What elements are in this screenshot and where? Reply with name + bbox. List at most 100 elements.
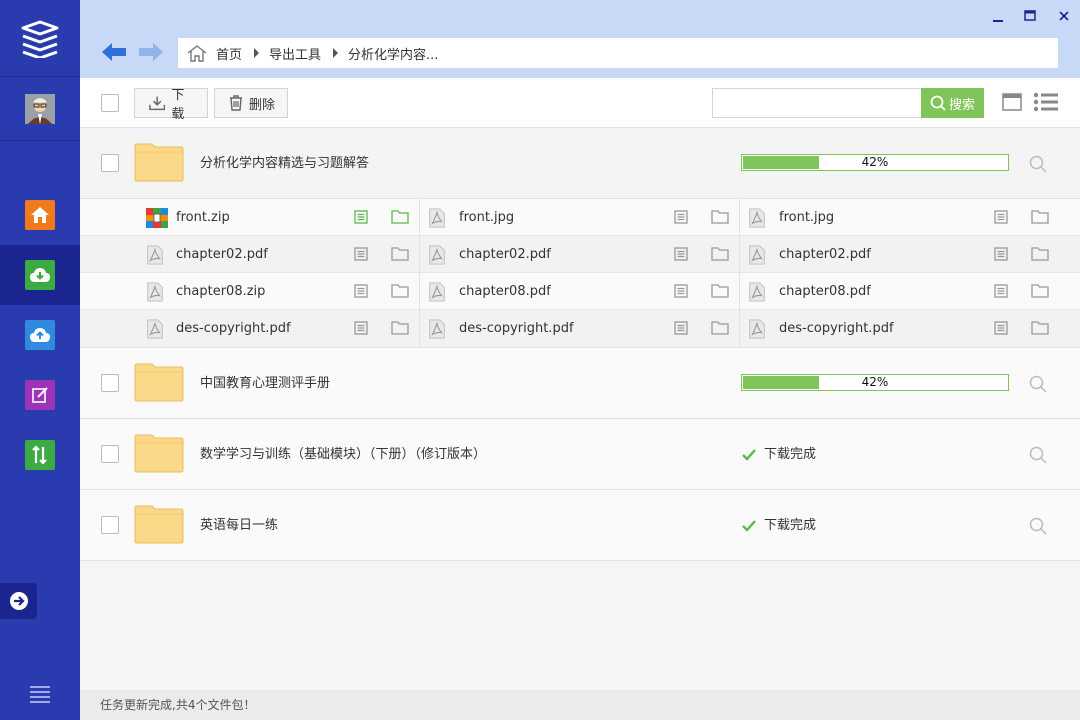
- home-icon: [25, 200, 55, 230]
- file-cell[interactable]: front.zip: [80, 199, 420, 236]
- status-text: 下载完成: [764, 518, 817, 533]
- file-cell[interactable]: front.jpg: [420, 199, 740, 236]
- breadcrumb-export-tools[interactable]: 导出工具: [269, 44, 321, 63]
- arrow-right-circle-icon: [9, 592, 28, 610]
- cloud-upload-icon: [25, 320, 55, 350]
- delete-button[interactable]: 删除: [214, 88, 288, 118]
- progress-bar: 42%: [741, 374, 1009, 391]
- file-name: front.jpg: [779, 210, 835, 225]
- menu-icon[interactable]: [28, 684, 52, 706]
- pdf-file-icon: [749, 245, 765, 265]
- forward-button[interactable]: [138, 40, 164, 64]
- download-button[interactable]: 下载: [134, 88, 208, 122]
- details-icon[interactable]: [354, 210, 368, 224]
- open-folder-icon[interactable]: [1031, 210, 1049, 224]
- task-checkbox[interactable]: [101, 154, 119, 172]
- open-folder-icon[interactable]: [1031, 284, 1049, 298]
- details-icon[interactable]: [994, 321, 1008, 335]
- details-icon[interactable]: [354, 321, 368, 335]
- file-cell[interactable]: chapter08.pdf: [740, 273, 1060, 310]
- file-name: des-copyright.pdf: [779, 321, 894, 336]
- task-row[interactable]: 分析化学内容精选与习题解答 42%: [80, 128, 1080, 199]
- file-cell[interactable]: chapter02.pdf: [740, 236, 1060, 273]
- open-folder-icon[interactable]: [391, 321, 409, 335]
- minimize-button[interactable]: [988, 6, 1008, 26]
- file-name: chapter02.pdf: [176, 247, 268, 262]
- close-button[interactable]: [1054, 6, 1074, 26]
- search-label: 搜索: [948, 97, 975, 113]
- search-icon[interactable]: [1029, 155, 1047, 173]
- details-icon[interactable]: [674, 284, 688, 298]
- task-list: 分析化学内容精选与习题解答 42% front.zip front.jpg fr…: [80, 128, 1080, 561]
- task-row[interactable]: 数学学习与训练（基础模块）（下册）（修订版本） 下载完成: [80, 419, 1080, 490]
- avatar[interactable]: [25, 93, 55, 124]
- pdf-file-icon: [429, 245, 445, 265]
- details-icon[interactable]: [674, 247, 688, 261]
- file-cell[interactable]: chapter02.pdf: [420, 236, 740, 273]
- task-checkbox[interactable]: [101, 374, 119, 392]
- task-row[interactable]: 英语每日一练 下载完成: [80, 490, 1080, 561]
- nav-edit[interactable]: [0, 365, 80, 425]
- search-button[interactable]: 搜索: [921, 88, 984, 118]
- task-row[interactable]: 中国教育心理测评手册 42%: [80, 348, 1080, 419]
- forward-arrow-icon: [139, 43, 163, 61]
- details-icon[interactable]: [354, 247, 368, 261]
- open-folder-icon[interactable]: [711, 321, 729, 335]
- open-folder-icon[interactable]: [1031, 247, 1049, 261]
- grid-view-button[interactable]: [1002, 92, 1022, 116]
- file-name: des-copyright.pdf: [459, 321, 574, 336]
- details-icon[interactable]: [994, 210, 1008, 224]
- details-icon[interactable]: [994, 284, 1008, 298]
- select-all-checkbox[interactable]: [101, 94, 119, 112]
- sort-icon: [25, 440, 55, 470]
- open-folder-icon[interactable]: [711, 284, 729, 298]
- search-icon: [930, 95, 946, 111]
- file-row: chapter08.zip chapter08.pdf chapter08.pd…: [80, 273, 1080, 310]
- file-name: des-copyright.pdf: [176, 321, 291, 336]
- file-cell[interactable]: des-copyright.pdf: [80, 310, 420, 347]
- breadcrumb-current[interactable]: 分析化学内容...: [348, 44, 438, 63]
- nav-upload[interactable]: [0, 305, 80, 365]
- file-cell[interactable]: chapter08.pdf: [420, 273, 740, 310]
- collapse-arrow-button[interactable]: [0, 583, 37, 619]
- folder-icon: [134, 143, 184, 182]
- task-checkbox[interactable]: [101, 516, 119, 534]
- nav-sort[interactable]: [0, 425, 80, 485]
- address-bar[interactable]: 首页 导出工具 分析化学内容...: [178, 38, 1058, 68]
- details-icon[interactable]: [994, 247, 1008, 261]
- pdf-file-icon: [749, 282, 765, 302]
- search-icon[interactable]: [1029, 517, 1047, 535]
- nav-home[interactable]: [0, 185, 80, 245]
- check-icon: [742, 519, 756, 532]
- file-cell[interactable]: chapter08.zip: [80, 273, 420, 310]
- details-icon[interactable]: [354, 284, 368, 298]
- cloud-download-icon: [25, 260, 55, 290]
- file-cell[interactable]: front.jpg: [740, 199, 1060, 236]
- file-cell[interactable]: des-copyright.pdf: [420, 310, 740, 347]
- back-button[interactable]: [101, 40, 127, 64]
- nav-download[interactable]: [0, 245, 80, 305]
- pdf-file-icon: [147, 245, 163, 265]
- breadcrumb-home[interactable]: 首页: [216, 44, 242, 63]
- open-folder-icon[interactable]: [711, 247, 729, 261]
- list-view-button[interactable]: [1033, 92, 1059, 116]
- task-checkbox[interactable]: [101, 445, 119, 463]
- search-input[interactable]: [712, 88, 922, 118]
- open-folder-icon[interactable]: [391, 284, 409, 298]
- open-folder-icon[interactable]: [1031, 321, 1049, 335]
- maximize-button[interactable]: [1020, 6, 1040, 26]
- download-complete-status: 下载完成: [742, 490, 816, 561]
- trash-icon: [230, 95, 242, 111]
- details-icon[interactable]: [674, 210, 688, 224]
- open-folder-icon[interactable]: [391, 210, 409, 224]
- home-outline-icon[interactable]: [186, 44, 208, 62]
- user-avatar-slot[interactable]: [0, 77, 80, 141]
- search-icon[interactable]: [1029, 446, 1047, 464]
- details-icon[interactable]: [674, 321, 688, 335]
- file-cell[interactable]: des-copyright.pdf: [740, 310, 1060, 347]
- file-cell[interactable]: chapter02.pdf: [80, 236, 420, 273]
- progress-text: 42%: [861, 375, 889, 389]
- search-icon[interactable]: [1029, 375, 1047, 393]
- open-folder-icon[interactable]: [391, 247, 409, 261]
- open-folder-icon[interactable]: [711, 210, 729, 224]
